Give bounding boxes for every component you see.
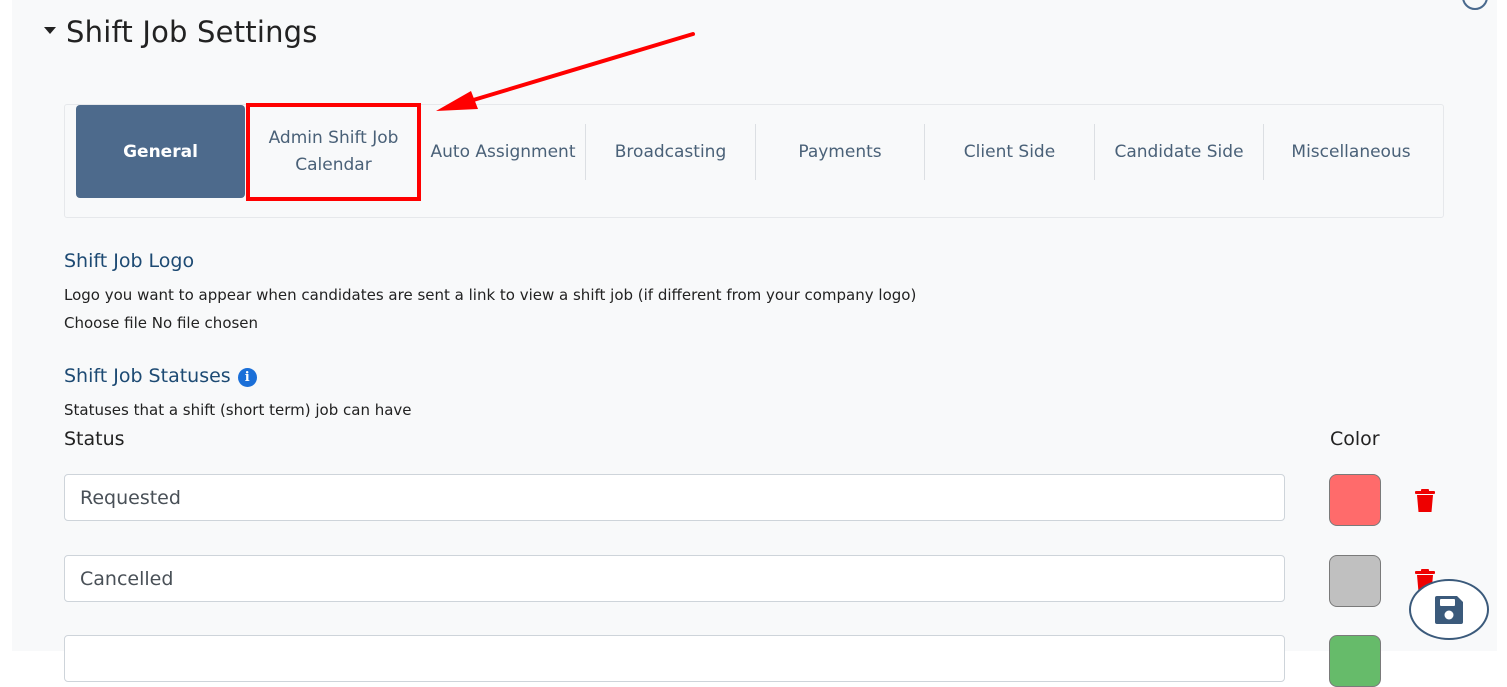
color-swatch-cancelled[interactable] xyxy=(1329,555,1381,607)
choose-file-button[interactable]: Choose file xyxy=(64,314,147,332)
info-icon[interactable]: i xyxy=(237,368,257,387)
tab-general[interactable]: General xyxy=(76,105,245,198)
status-column-label: Status xyxy=(64,428,125,450)
tab-broadcasting[interactable]: Broadcasting xyxy=(585,124,755,180)
delete-icon[interactable] xyxy=(1414,489,1436,512)
tab-label: Candidate Side xyxy=(1114,141,1244,162)
tab-label: Client Side xyxy=(963,141,1056,162)
tab-label: General xyxy=(123,141,198,162)
status-input-cancelled[interactable] xyxy=(64,555,1285,602)
status-input-3[interactable] xyxy=(64,635,1285,682)
logo-section-title: Shift Job Logo xyxy=(64,250,195,272)
statuses-section-description: Statuses that a shift (short term) job c… xyxy=(64,401,412,419)
statuses-section-title: Shift Job Statuses i xyxy=(64,365,257,387)
tab-miscellaneous[interactable]: Miscellaneous xyxy=(1263,124,1438,180)
caret-down-icon[interactable] xyxy=(44,26,56,34)
tab-label: Miscellaneous xyxy=(1291,141,1411,162)
tab-label: Auto Assignment xyxy=(430,141,576,162)
file-status: No file chosen xyxy=(151,314,259,332)
color-swatch-3[interactable] xyxy=(1329,635,1381,687)
color-column-label: Color xyxy=(1330,428,1380,450)
tab-label: Admin Shift Job Calendar xyxy=(268,128,399,175)
save-button[interactable] xyxy=(1409,579,1489,640)
color-swatch-requested[interactable] xyxy=(1329,474,1381,526)
floppy-disk-icon xyxy=(1435,595,1463,624)
section-title: Shift Job Settings xyxy=(66,15,318,49)
tab-label: Broadcasting xyxy=(614,141,727,162)
file-picker[interactable]: Choose file No file chosen xyxy=(64,314,258,332)
tab-payments[interactable]: Payments xyxy=(755,124,924,180)
statuses-title-text: Shift Job Statuses xyxy=(64,365,231,387)
section-header[interactable]: Shift Job Settings xyxy=(44,12,318,52)
tab-auto-assignment[interactable]: Auto Assignment xyxy=(421,124,585,180)
tab-client-side[interactable]: Client Side xyxy=(924,124,1094,180)
tab-label: Payments xyxy=(798,141,882,162)
tab-candidate-side[interactable]: Candidate Side xyxy=(1094,124,1263,180)
tab-admin-shift-job-calendar[interactable]: Admin Shift Job Calendar xyxy=(246,124,421,180)
status-input-requested[interactable] xyxy=(64,474,1285,521)
logo-section-description: Logo you want to appear when candidates … xyxy=(64,286,917,304)
